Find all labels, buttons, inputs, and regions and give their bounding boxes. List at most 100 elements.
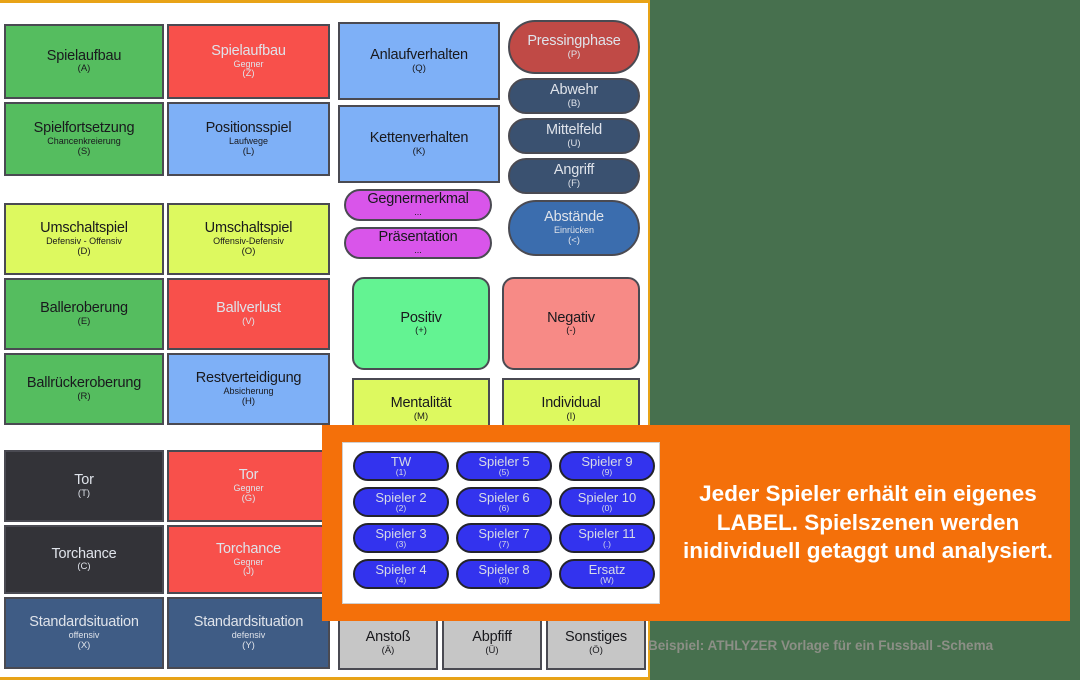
player-label-10[interactable]: Spieler 8 (8) bbox=[456, 559, 552, 589]
tile-bewertung-0[interactable]: Positiv (+) bbox=[352, 277, 490, 370]
tile-shortcut: (+) bbox=[415, 325, 427, 337]
tile-shortcut: (B) bbox=[567, 97, 581, 109]
tile-tor-1[interactable]: Tor Gegner (G) bbox=[167, 450, 330, 522]
player-label-7[interactable]: Spieler 7 (7) bbox=[456, 523, 552, 553]
tile-shortcut: (A) bbox=[77, 63, 91, 75]
tile-misc-0[interactable]: Anstoß (Ä) bbox=[338, 616, 438, 670]
tile-phase-1[interactable]: Abwehr (B) bbox=[508, 78, 640, 114]
tile-shortcut: (O) bbox=[241, 245, 256, 257]
player-label-6[interactable]: Spieler 3 (3) bbox=[353, 523, 449, 553]
tile-label: Negativ bbox=[547, 309, 595, 326]
tile-shortcut: (K) bbox=[412, 145, 426, 157]
tile-spielaufbau-3[interactable]: Spielfortsetzung Chancenkreierung (S) bbox=[4, 102, 164, 176]
tile-label: Torchance bbox=[51, 545, 117, 562]
tile-label: Balleroberung bbox=[40, 300, 128, 317]
tile-tor-4[interactable]: Standardsituation offensiv (X) bbox=[4, 597, 164, 669]
tile-umschaltspiel-3[interactable]: Ballverlust (V) bbox=[167, 278, 330, 350]
caption-text: Beispiel: ATHLYZER Vorlage für ein Fussb… bbox=[648, 638, 994, 653]
player-label-0[interactable]: TW (1) bbox=[353, 451, 449, 481]
tile-tor-0[interactable]: Tor (T) bbox=[4, 450, 164, 522]
tile-label: Anlaufverhalten bbox=[370, 47, 468, 64]
tile-label: Torchance bbox=[215, 540, 282, 557]
tile-shortcut: (V) bbox=[242, 315, 255, 327]
tile-label: Umschaltspiel bbox=[204, 220, 293, 237]
player-label-9[interactable]: Spieler 4 (4) bbox=[353, 559, 449, 589]
tile-shortcut: (R) bbox=[77, 390, 91, 402]
tile-label: Abstände bbox=[544, 209, 604, 226]
tile-spielaufbau-4[interactable]: Positionsspiel Laufwege (L) bbox=[167, 102, 330, 176]
screenshot-root: Spielaufbau (A) Spielaufbau Gegner (Z) Anlauf… bbox=[0, 0, 1080, 680]
callout-text: Jeder Spieler erhält ein eigenes LABEL. … bbox=[682, 480, 1054, 564]
tile-label: Sonstiges bbox=[565, 629, 627, 646]
player-label-4[interactable]: Spieler 6 (6) bbox=[456, 487, 552, 517]
tile-label: Ballverlust bbox=[216, 300, 281, 317]
tile-label: Gegnermerkmal bbox=[367, 191, 469, 208]
tile-shortcut: (L) bbox=[242, 145, 255, 157]
tile-label: Individual bbox=[541, 395, 601, 412]
tile-gegner-0[interactable]: Gegnermerkmal... bbox=[344, 189, 492, 221]
tile-tor-5[interactable]: Standardsituation defensiv (Y) bbox=[167, 597, 330, 669]
tile-phase-3[interactable]: Angriff (F) bbox=[508, 158, 640, 194]
player-label-3[interactable]: Spieler 2 (2) bbox=[353, 487, 449, 517]
tile-tor-2[interactable]: Torchance (C) bbox=[4, 525, 164, 594]
tile-shortcut: (D) bbox=[77, 245, 91, 257]
player-label-shortcut: (6) bbox=[498, 503, 510, 514]
tile-phase-2[interactable]: Mittelfeld (U) bbox=[508, 118, 640, 154]
tile-shortcut: (-) bbox=[566, 325, 576, 337]
tile-shortcut: (Z) bbox=[242, 68, 255, 80]
tile-shortcut: (Q) bbox=[412, 62, 426, 74]
tile-shortcut: (I) bbox=[566, 410, 576, 422]
tile-shortcut: (G) bbox=[241, 492, 256, 504]
tile-label: Abwehr bbox=[550, 82, 598, 99]
player-label-shortcut: (7) bbox=[498, 539, 510, 550]
tile-misc-1[interactable]: Abpfiff (Ü) bbox=[442, 616, 542, 670]
tile-shortcut: (P) bbox=[567, 48, 581, 60]
player-label-shortcut: (4) bbox=[395, 575, 407, 586]
player-label-shortcut: (W) bbox=[600, 575, 614, 586]
tile-phase-4[interactable]: Abstände Einrücken (<) bbox=[508, 200, 640, 256]
tile-tor-3[interactable]: Torchance Gegner (J) bbox=[167, 525, 330, 594]
tile-label: Pressingphase bbox=[527, 33, 621, 50]
player-label-11[interactable]: Ersatz (W) bbox=[559, 559, 655, 589]
player-label-1[interactable]: Spieler 5 (5) bbox=[456, 451, 552, 481]
player-label-card: TW (1) Spieler 5 (5) Spieler 9 (9) Spieler 2 (2… bbox=[342, 442, 660, 604]
tile-label: Abpfiff bbox=[472, 629, 512, 646]
tile-spielaufbau-0[interactable]: Spielaufbau (A) bbox=[4, 24, 164, 99]
tile-label: Restverteidigung bbox=[195, 370, 302, 387]
tile-spielaufbau-1[interactable]: Spielaufbau Gegner (Z) bbox=[167, 24, 330, 99]
tile-label: Positionsspiel bbox=[205, 120, 292, 137]
tile-shortcut: (H) bbox=[241, 395, 256, 407]
tile-shortcut: (Y) bbox=[242, 639, 255, 651]
tile-shortcut: (<) bbox=[568, 234, 580, 246]
player-label-5[interactable]: Spieler 10 (0) bbox=[559, 487, 655, 517]
tile-label: Tor bbox=[238, 467, 259, 484]
tile-umschaltspiel-2[interactable]: Balleroberung (E) bbox=[4, 278, 164, 350]
tile-label: Tor bbox=[74, 472, 94, 489]
tile-misc-2[interactable]: Sonstiges (Ö) bbox=[546, 616, 646, 670]
tile-shortcut: (Ö) bbox=[589, 644, 603, 656]
tile-shortcut: (X) bbox=[77, 639, 91, 651]
tile-shortcut: (S) bbox=[77, 145, 91, 157]
player-label-shortcut: (2) bbox=[395, 503, 407, 514]
tile-shortcut: (T) bbox=[77, 487, 91, 499]
tile-shortcut: (J) bbox=[242, 566, 255, 578]
tile-label: Kettenverhalten bbox=[369, 130, 469, 147]
player-label-8[interactable]: Spieler 11 (.) bbox=[559, 523, 655, 553]
tile-spielaufbau-2[interactable]: Anlaufverhalten (Q) bbox=[338, 22, 500, 100]
player-label-shortcut: (.) bbox=[602, 539, 612, 550]
tile-phase-0[interactable]: Pressingphase (P) bbox=[508, 20, 640, 74]
tile-label: Positiv bbox=[400, 309, 442, 326]
tile-umschaltspiel-1[interactable]: Umschaltspiel Offensiv-Defensiv (O) bbox=[167, 203, 330, 275]
callout-banner: TW (1) Spieler 5 (5) Spieler 9 (9) Spieler 2 (2… bbox=[322, 425, 1070, 621]
player-label-2[interactable]: Spieler 9 (9) bbox=[559, 451, 655, 481]
tile-label: Standardsituation bbox=[29, 614, 139, 631]
tile-bewertung-1[interactable]: Negativ (-) bbox=[502, 277, 640, 370]
tile-umschaltspiel-5[interactable]: Restverteidigung Absicherung (H) bbox=[167, 353, 330, 425]
tile-spielaufbau-5[interactable]: Kettenverhalten (K) bbox=[338, 105, 500, 183]
tile-shortcut: (Ü) bbox=[485, 644, 499, 656]
tile-shortcut: (M) bbox=[413, 410, 429, 422]
tile-umschaltspiel-0[interactable]: Umschaltspiel Defensiv - Offensiv (D) bbox=[4, 203, 164, 275]
tile-gegner-1[interactable]: Präsentation... bbox=[344, 227, 492, 259]
tile-umschaltspiel-4[interactable]: Ballrückeroberung (R) bbox=[4, 353, 164, 425]
player-label-shortcut: (0) bbox=[601, 503, 613, 514]
